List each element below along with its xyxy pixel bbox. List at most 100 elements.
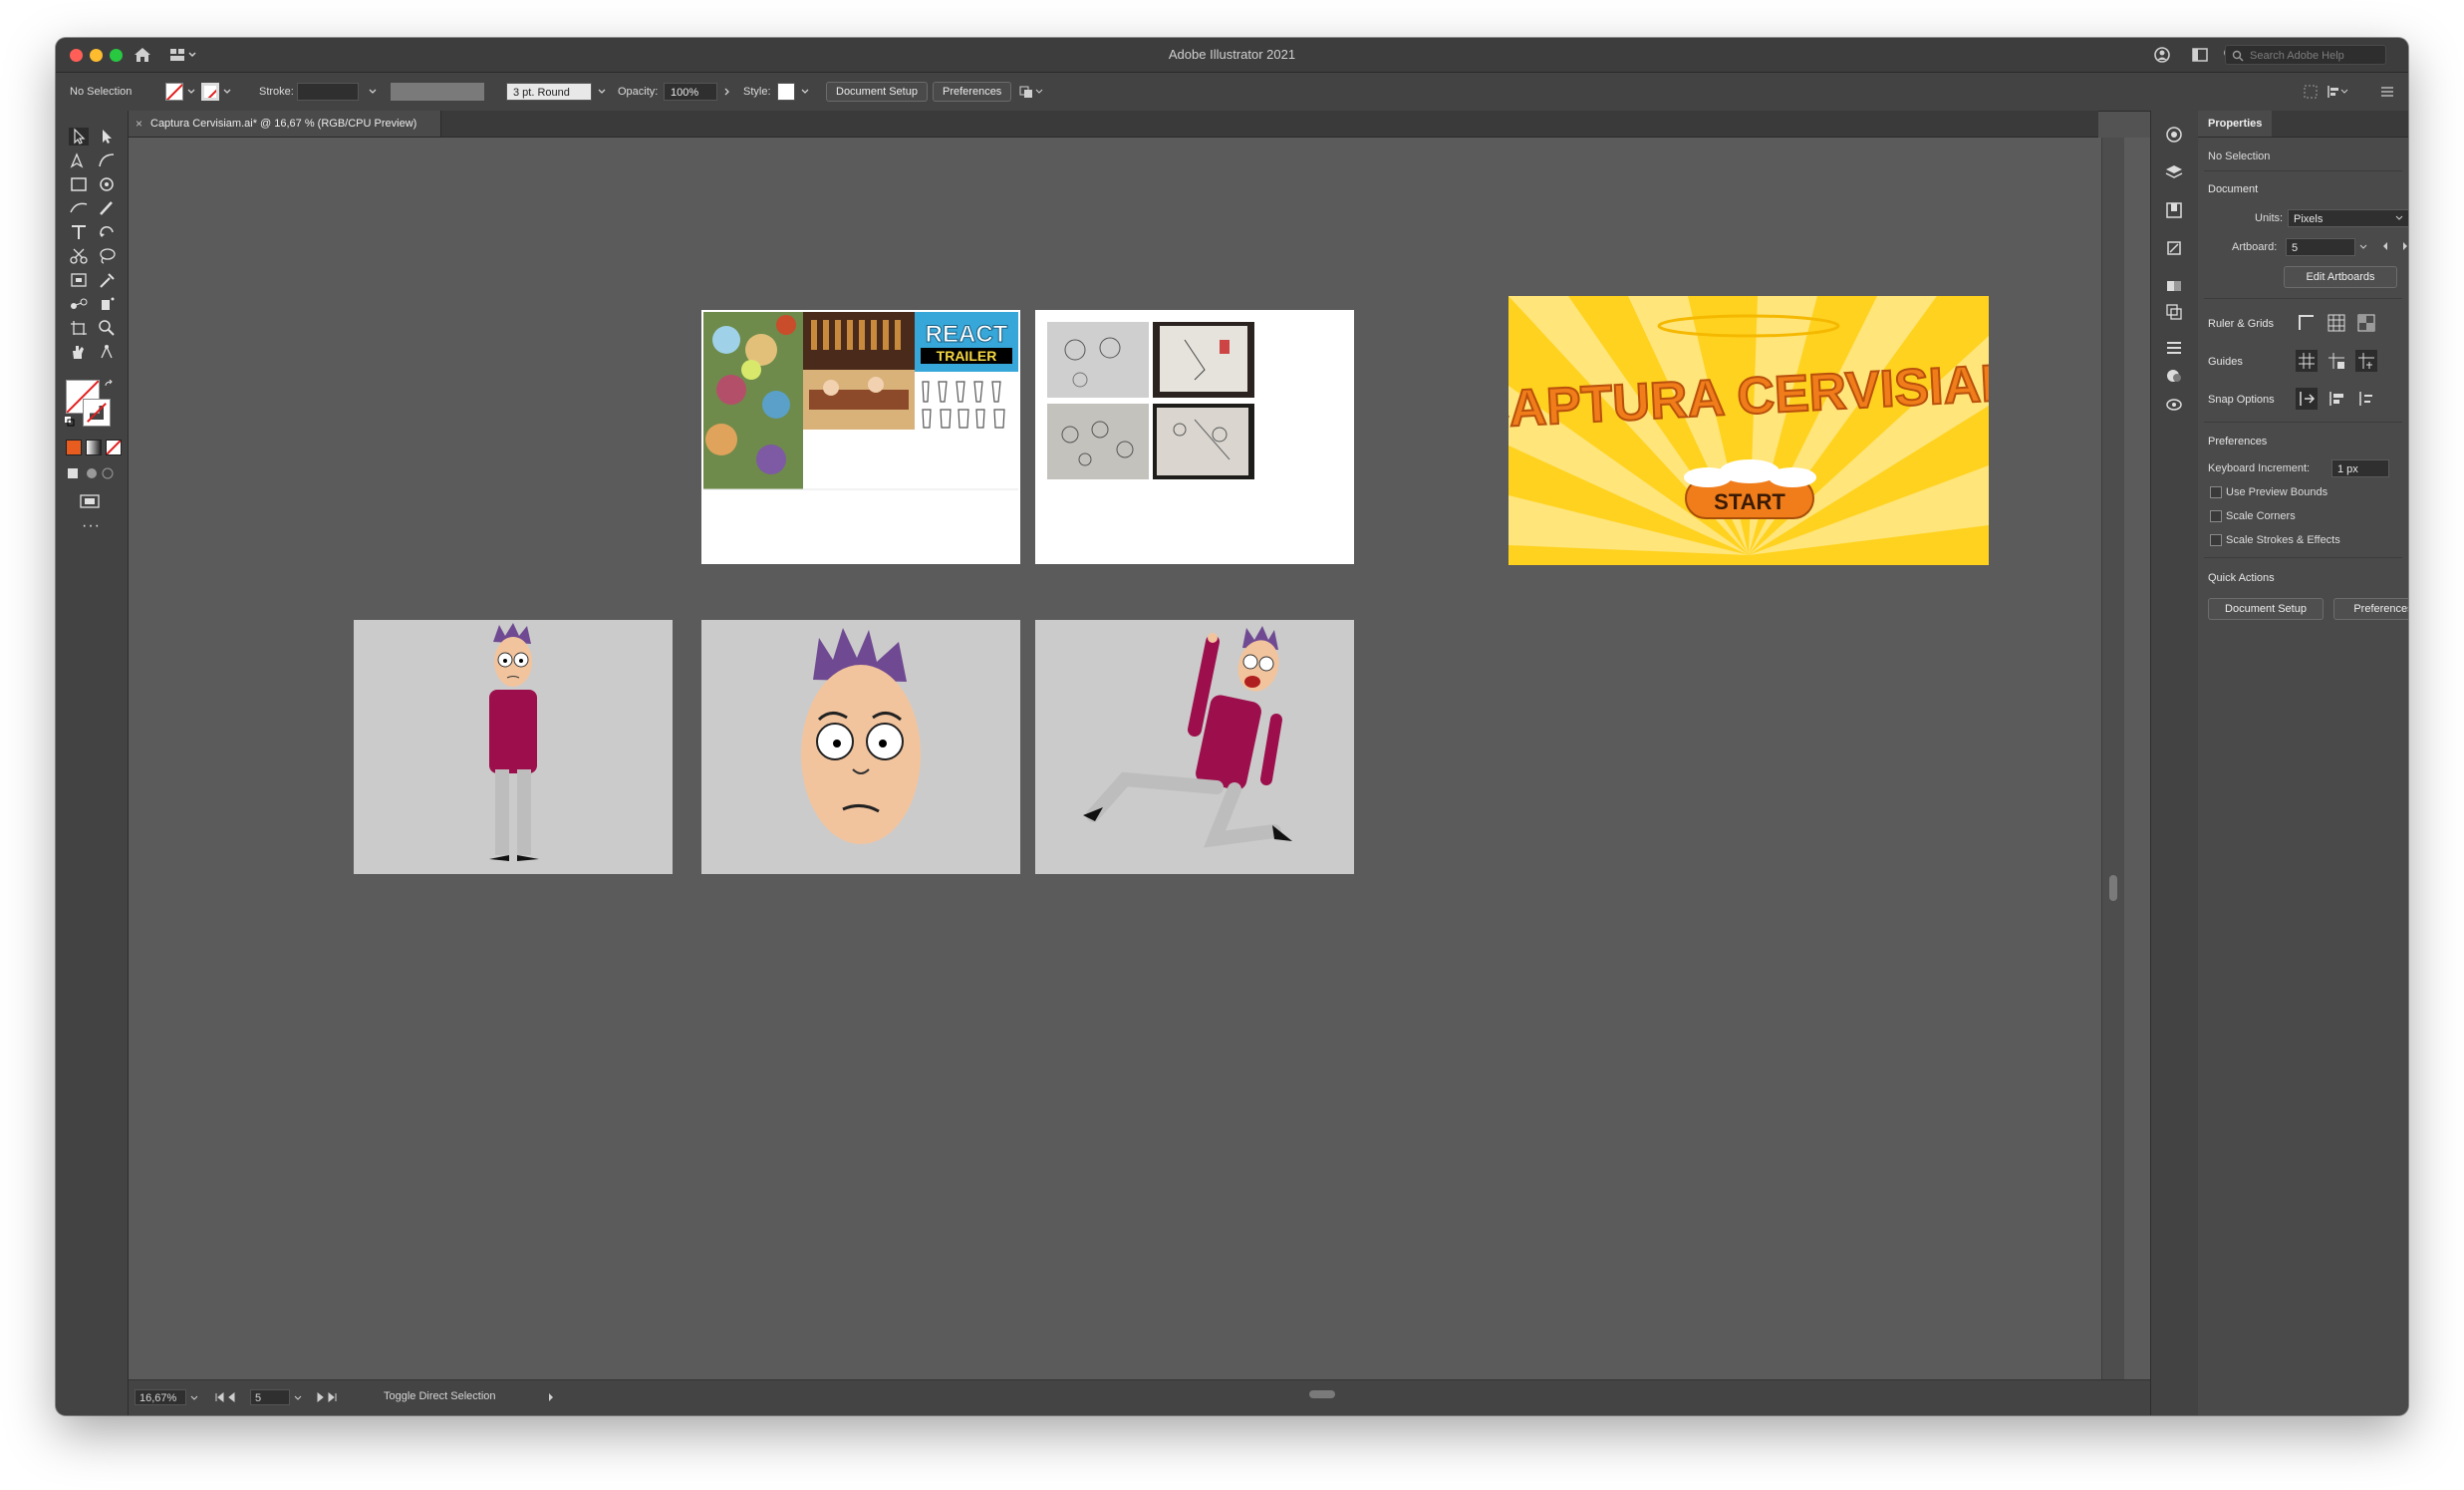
- default-colors-icon[interactable]: [64, 416, 76, 428]
- canvas[interactable]: REACT TRAILER CAPTURA CERVISIAM START: [129, 138, 2173, 1380]
- transparency-grid-icon[interactable]: [2355, 312, 2377, 334]
- pen-tool-icon[interactable]: [68, 150, 90, 170]
- chevron-down-icon[interactable]: [190, 1394, 198, 1402]
- quick-preferences-button[interactable]: Preferences: [2333, 598, 2408, 620]
- graphic-style-swatch[interactable]: [777, 83, 795, 101]
- stroke-color-box[interactable]: [83, 399, 111, 427]
- chevron-down-icon[interactable]: [187, 88, 195, 96]
- previous-artboard-icon[interactable]: [2381, 241, 2389, 251]
- scale-corners-checkbox[interactable]: [2210, 510, 2222, 522]
- cc-libraries-icon[interactable]: [2164, 394, 2184, 414]
- artboard-tool-icon[interactable]: [68, 318, 90, 338]
- help-search-input[interactable]: Search Adobe Help: [2225, 45, 2386, 65]
- show-guides-icon[interactable]: [2296, 350, 2318, 372]
- gradient-mode-button[interactable]: [86, 440, 102, 455]
- transparency-panel-icon[interactable]: [2164, 302, 2184, 322]
- tab-properties[interactable]: Properties: [2198, 111, 2273, 137]
- shape-builder-tool-icon[interactable]: [96, 174, 118, 194]
- grid-toggle-icon[interactable]: [2326, 312, 2347, 334]
- zoom-field[interactable]: 16,67%: [135, 1389, 186, 1405]
- document-setup-button[interactable]: Document Setup: [826, 82, 928, 102]
- stroke-swatch[interactable]: [201, 83, 219, 101]
- libraries-panel-icon[interactable]: [2164, 200, 2184, 220]
- brush-definition[interactable]: 3 pt. Round: [506, 83, 592, 101]
- artboard-character-running[interactable]: [1035, 620, 1354, 874]
- units-select[interactable]: Pixels: [2288, 209, 2408, 227]
- hand-tool-icon[interactable]: [68, 342, 90, 362]
- layers-panel-icon[interactable]: [2164, 162, 2184, 182]
- artboard-number-field[interactable]: 5: [250, 1389, 290, 1405]
- smart-guides-icon[interactable]: [2355, 350, 2377, 372]
- blend-tool-icon[interactable]: [68, 294, 90, 314]
- edit-artboards-button[interactable]: Edit Artboards: [2284, 266, 2397, 288]
- menu-icon[interactable]: [2380, 85, 2394, 99]
- edit-toolbar-icon[interactable]: ···: [82, 517, 101, 535]
- chevron-down-icon[interactable]: [801, 88, 809, 96]
- fill-swatch[interactable]: [165, 83, 183, 101]
- screen-mode-icon[interactable]: [78, 493, 104, 509]
- curvature-tool-icon[interactable]: [96, 150, 118, 170]
- color-mode-button[interactable]: [66, 440, 82, 455]
- artboard-title-screen[interactable]: CAPTURA CERVISIAM START: [1508, 296, 1989, 565]
- transform-icon[interactable]: [2303, 84, 2319, 100]
- zoom-tool-icon[interactable]: [96, 318, 118, 338]
- asset-export-panel-icon[interactable]: [2164, 238, 2184, 258]
- use-preview-bounds-checkbox[interactable]: [2210, 486, 2222, 498]
- snap-to-pixel-icon[interactable]: [2326, 388, 2347, 410]
- rotate-tool-icon[interactable]: [96, 222, 118, 242]
- chevron-down-icon[interactable]: [598, 88, 606, 96]
- chevron-down-icon[interactable]: [369, 88, 377, 96]
- artboard-select[interactable]: 5: [2286, 238, 2355, 256]
- properties-panel-icon[interactable]: [2164, 125, 2184, 145]
- lock-guides-icon[interactable]: [2326, 350, 2347, 372]
- first-previous-artboard-icon[interactable]: [214, 1392, 244, 1402]
- chevron-right-icon[interactable]: [547, 1392, 555, 1402]
- puppet-warp-tool-icon[interactable]: [96, 342, 118, 362]
- cloud-user-icon[interactable]: [2152, 45, 2172, 65]
- shaper-tool-icon[interactable]: [68, 198, 90, 218]
- artboard-references[interactable]: REACT TRAILER: [701, 310, 1020, 564]
- align-icon[interactable]: [2327, 84, 2348, 100]
- keyboard-increment-field[interactable]: 1 px: [2331, 459, 2389, 477]
- scale-strokes-checkbox[interactable]: [2210, 534, 2222, 546]
- artboard-character-standing[interactable]: [354, 620, 673, 874]
- lasso-tool-icon[interactable]: [96, 246, 118, 266]
- swap-colors-icon[interactable]: [104, 380, 116, 392]
- artboard-character-face[interactable]: [701, 620, 1020, 874]
- appearance-panel-icon[interactable]: [2164, 366, 2184, 386]
- next-artboard-icon[interactable]: [2401, 241, 2408, 251]
- horizontal-scroll-thumb[interactable]: [1309, 1390, 1335, 1398]
- stroke-panel-icon[interactable]: [2164, 338, 2184, 358]
- type-tool-icon[interactable]: [68, 222, 90, 242]
- free-transform-tool-icon[interactable]: [68, 270, 90, 290]
- snap-to-point-icon[interactable]: [2296, 388, 2318, 410]
- chevron-down-icon[interactable]: [2359, 243, 2367, 251]
- vertical-scroll-thumb[interactable]: [2109, 875, 2117, 901]
- rectangle-tool-icon[interactable]: [68, 174, 90, 194]
- symbol-sprayer-tool-icon[interactable]: [96, 294, 118, 314]
- paintbrush-tool-icon[interactable]: [96, 198, 118, 218]
- next-last-artboard-icon[interactable]: [308, 1392, 338, 1402]
- drawing-modes-icon[interactable]: [66, 465, 118, 481]
- gradient-panel-icon[interactable]: [2164, 276, 2184, 296]
- opacity-field[interactable]: 100%: [664, 83, 717, 101]
- eyedropper-tool-icon[interactable]: [96, 270, 118, 290]
- chevron-down-icon[interactable]: [223, 88, 231, 96]
- document-tab[interactable]: × Captura Cervisiam.ai* @ 16,67 % (RGB/C…: [129, 111, 441, 137]
- artboard-sketches[interactable]: [1035, 310, 1354, 564]
- quick-document-setup-button[interactable]: Document Setup: [2208, 598, 2324, 620]
- none-mode-button[interactable]: [106, 440, 122, 455]
- chevron-down-icon[interactable]: [2395, 214, 2403, 222]
- direct-selection-tool-icon[interactable]: [96, 127, 118, 147]
- rulers-toggle-icon[interactable]: [2296, 312, 2318, 334]
- arrange-documents-icon[interactable]: [2190, 45, 2210, 65]
- vertical-scrollbar[interactable]: [2101, 138, 2124, 1380]
- snap-to-glyph-icon[interactable]: [2355, 388, 2377, 410]
- preferences-button[interactable]: Preferences: [933, 82, 1012, 102]
- close-tab-icon[interactable]: ×: [136, 111, 142, 137]
- arrange-icon[interactable]: [1018, 84, 1044, 100]
- selection-tool-icon[interactable]: [68, 127, 90, 147]
- stroke-weight-field[interactable]: [297, 83, 359, 101]
- variable-width-profile[interactable]: [391, 83, 484, 101]
- chevron-right-icon[interactable]: [723, 88, 731, 96]
